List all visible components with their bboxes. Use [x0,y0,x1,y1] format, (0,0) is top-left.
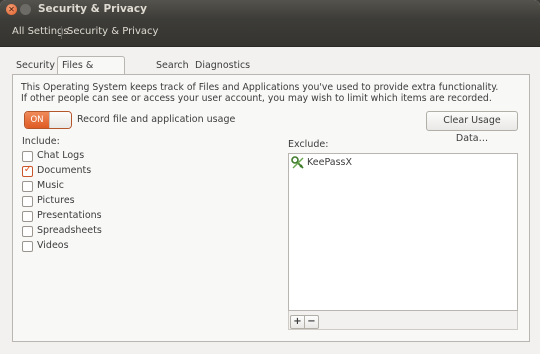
exclude-item-label: KeePassX [307,157,352,168]
include-item-label: Music [37,180,65,191]
record-usage-label: Record file and application usage [77,114,236,125]
breadcrumb[interactable]: Security & Privacy [64,24,161,40]
window-title: Security & Privacy [38,3,147,15]
include-item-label: Presentations [37,210,102,221]
include-item-label: Videos [37,240,69,251]
remove-exclusion-button[interactable]: − [304,315,319,329]
minimize-window-button[interactable] [20,4,31,15]
checkbox[interactable] [22,241,33,252]
checkbox[interactable] [22,211,33,222]
checkbox[interactable] [22,151,33,162]
close-window-button[interactable]: ✕ [6,4,17,15]
tab-diagnostics[interactable]: Diagnostics [191,58,254,74]
include-item-label: Pictures [37,195,75,206]
titlebar[interactable]: ✕ Security & Privacy [0,0,540,20]
add-exclusion-button[interactable]: + [290,315,305,329]
include-item-label: Spreadsheets [37,225,102,236]
tab-search[interactable]: Search [152,58,193,74]
switch-state-label: ON [25,112,49,128]
files-applications-panel: This Operating System keeps track of Fil… [12,74,530,342]
exclude-list[interactable]: KeePassX [288,153,518,311]
checkbox[interactable] [22,226,33,237]
toolbar: All Settings Security & Privacy [0,20,540,47]
exclude-label: Exclude: [288,139,329,150]
include-item-label: Documents [37,165,92,176]
toolbar-separator [61,26,62,39]
keepassx-icon [291,156,304,169]
clear-usage-data-button[interactable]: Clear Usage Data… [426,111,518,144]
record-usage-switch[interactable]: ON [24,111,72,129]
checkmark-icon: ✓ [23,164,33,175]
include-label: Include: [22,136,60,147]
privacy-description: This Operating System keeps track of Fil… [21,82,499,104]
tab-security[interactable]: Security [12,58,59,74]
checkbox[interactable] [22,181,33,192]
all-settings-button[interactable]: All Settings [9,24,72,40]
checkbox[interactable] [22,196,33,207]
tab-files-applications[interactable]: Files & Applications [57,56,126,89]
exclude-list-toolbar [288,311,518,330]
switch-knob [49,112,71,128]
include-item-label: Chat Logs [37,150,85,161]
settings-window: ✕ Security & Privacy All Settings Securi… [0,0,540,354]
checkbox-checked[interactable]: ✓ [22,164,33,177]
